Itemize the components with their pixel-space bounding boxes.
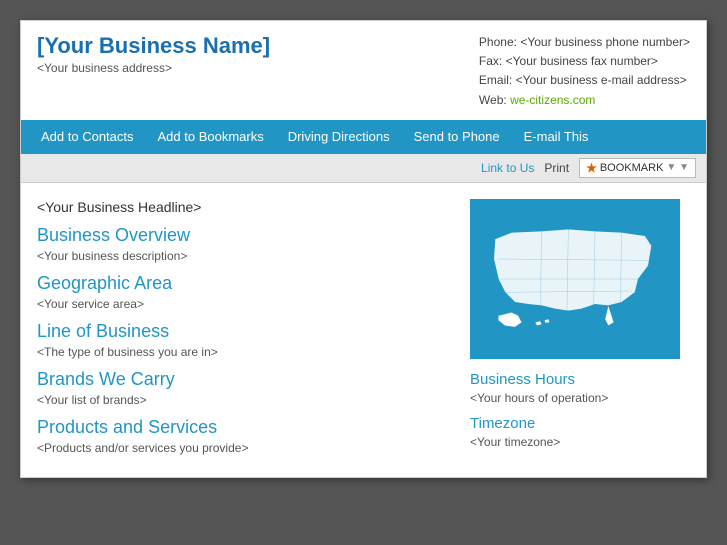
phone-value: <Your business phone number> xyxy=(520,35,690,49)
nav-email-this[interactable]: E-mail This xyxy=(512,120,601,154)
nav-bar: Add to Contacts Add to Bookmarks Driving… xyxy=(21,120,706,154)
web-line: Web: we-citizens.com xyxy=(479,91,690,110)
email-line: Email: <Your business e-mail address> xyxy=(479,71,690,90)
business-name: [Your Business Name] xyxy=(37,33,270,59)
geo-title: Geographic Area xyxy=(37,273,450,294)
fax-line: Fax: <Your business fax number> xyxy=(479,52,690,71)
bookmark-label: BOOKMARK xyxy=(600,162,664,174)
content-left: <Your Business Headline> Business Overvi… xyxy=(37,199,470,461)
business-address: <Your business address> xyxy=(37,61,270,75)
brands-title: Brands We Carry xyxy=(37,369,450,390)
products-title: Products and Services xyxy=(37,417,450,438)
nav-add-contacts[interactable]: Add to Contacts xyxy=(29,120,146,154)
phone-line: Phone: <Your business phone number> xyxy=(479,33,690,52)
geo-desc: <Your service area> xyxy=(37,297,450,311)
hours-title: Business Hours xyxy=(470,371,690,388)
business-headline: <Your Business Headline> xyxy=(37,199,450,215)
overview-desc: <Your business description> xyxy=(37,249,450,263)
email-value: <Your business e-mail address> xyxy=(516,73,687,87)
header: [Your Business Name] <Your business addr… xyxy=(21,21,706,120)
fax-value: <Your business fax number> xyxy=(506,54,658,68)
hours-desc: <Your hours of operation> xyxy=(470,391,690,405)
map-container xyxy=(470,199,680,359)
web-value[interactable]: we-citizens.com xyxy=(510,93,595,107)
us-map xyxy=(475,204,675,354)
web-label: Web: xyxy=(479,93,507,107)
bookmark-button[interactable]: ★ BOOKMARK ▼ ▼ xyxy=(579,158,696,178)
products-desc: <Products and/or services you provide> xyxy=(37,441,450,455)
timezone-desc: <Your timezone> xyxy=(470,435,690,449)
main-content: <Your Business Headline> Business Overvi… xyxy=(21,183,706,477)
lob-title: Line of Business xyxy=(37,321,450,342)
overview-title: Business Overview xyxy=(37,225,450,246)
phone-label: Phone: xyxy=(479,35,517,49)
bookmark-icon: ★ xyxy=(586,161,597,175)
nav-send-to-phone[interactable]: Send to Phone xyxy=(402,120,512,154)
header-left: [Your Business Name] <Your business addr… xyxy=(37,33,270,110)
page-wrapper: [Your Business Name] <Your business addr… xyxy=(20,20,707,478)
nav-driving-directions[interactable]: Driving Directions xyxy=(276,120,402,154)
timezone-title: Timezone xyxy=(470,415,690,432)
link-to-us[interactable]: Link to Us xyxy=(481,161,534,175)
print-link[interactable]: Print xyxy=(544,161,569,175)
bookmark-icons-extra: ▼ ▼ xyxy=(666,162,689,173)
brands-desc: <Your list of brands> xyxy=(37,393,450,407)
fax-label: Fax: xyxy=(479,54,502,68)
email-label: Email: xyxy=(479,73,512,87)
content-right: Business Hours <Your hours of operation>… xyxy=(470,199,690,461)
nav-add-bookmarks[interactable]: Add to Bookmarks xyxy=(146,120,276,154)
sub-bar: Link to Us Print ★ BOOKMARK ▼ ▼ xyxy=(21,154,706,183)
lob-desc: <The type of business you are in> xyxy=(37,345,450,359)
header-right: Phone: <Your business phone number> Fax:… xyxy=(479,33,690,110)
